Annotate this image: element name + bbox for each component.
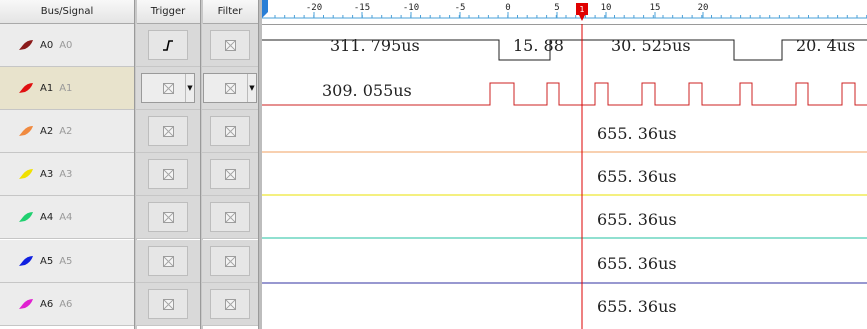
channel-name: A4 (40, 211, 54, 223)
trigger-a6-cell (136, 283, 200, 326)
filter-a1-dropdown[interactable]: ▼ (203, 73, 257, 103)
none-icon (162, 168, 174, 180)
signal-row-a2[interactable]: A2 A2 (0, 110, 134, 153)
channel-alias: A4 (59, 211, 73, 223)
measurement-a0-high: 311. 795us (330, 36, 420, 55)
channel-color-probe-icon[interactable] (18, 211, 34, 223)
rising-edge-icon (163, 39, 173, 51)
ruler-tick-label: 10 (601, 3, 612, 13)
channel-alias: A5 (59, 255, 73, 267)
ruler-tick-label: -20 (306, 3, 322, 13)
measurement-a0-low: 15. 88 (513, 36, 564, 55)
chevron-down-icon[interactable]: ▼ (247, 74, 256, 102)
ruler-tick-label: 0 (505, 3, 510, 13)
channel-name: A6 (40, 298, 54, 310)
ruler-tick-label: 20 (698, 3, 709, 13)
measurement-a6: 655. 36us (597, 297, 677, 316)
header-filter[interactable]: Filter (202, 0, 258, 24)
ruler-tick-label: -10 (403, 3, 419, 13)
channel-color-probe-icon[interactable] (18, 298, 34, 310)
trigger-a4-button[interactable] (148, 202, 188, 232)
channel-name: A1 (40, 82, 54, 94)
ruler-tick-label: 15 (650, 3, 661, 13)
filter-a6-button[interactable] (210, 289, 250, 319)
trigger-a2-button[interactable] (148, 116, 188, 146)
channel-name: A3 (40, 168, 54, 180)
measurement-a0-high-3: 20. 4us (796, 36, 856, 55)
none-icon (224, 255, 236, 267)
filter-a0-button[interactable] (210, 30, 250, 60)
channel-alias: A0 (59, 39, 73, 51)
signal-row-a3[interactable]: A3 A3 (0, 153, 134, 196)
measurement-a2: 655. 36us (597, 124, 677, 143)
trigger-a4-cell (136, 196, 200, 239)
trigger-a5-button[interactable] (148, 246, 188, 276)
channel-name: A2 (40, 125, 54, 137)
header-bus-signal[interactable]: Bus/Signal (0, 0, 134, 24)
none-icon (224, 125, 236, 137)
time-ruler[interactable]: -20 -15 -10 -5 0 5 10 15 20 1 (262, 0, 867, 25)
filter-a3-cell (202, 153, 258, 196)
none-icon (224, 82, 236, 94)
filter-a4-button[interactable] (210, 202, 250, 232)
waveform-area[interactable] (262, 24, 867, 329)
filter-a6-cell (202, 283, 258, 326)
signal-row-a0[interactable]: A0 A0 (0, 24, 134, 67)
channel-alias: A2 (59, 125, 73, 137)
trigger-a2-cell (136, 110, 200, 153)
channel-color-probe-icon[interactable] (18, 125, 34, 137)
channel-alias: A3 (59, 168, 73, 180)
channel-alias: A1 (59, 82, 73, 94)
measurement-a5: 655. 36us (597, 254, 677, 273)
signal-row-a1[interactable]: A1 A1 (0, 67, 134, 110)
signal-row-a6[interactable]: A6 A6 (0, 283, 134, 326)
filter-a3-button[interactable] (210, 159, 250, 189)
trigger-a5-cell (136, 240, 200, 283)
filter-a1-cell: ▼ (202, 67, 258, 110)
none-icon (162, 255, 174, 267)
header-trigger[interactable]: Trigger (136, 0, 200, 24)
trigger-a0-button[interactable] (148, 30, 188, 60)
channel-alias: A6 (59, 298, 73, 310)
measurement-a3: 655. 36us (597, 167, 677, 186)
none-icon (224, 211, 236, 223)
filter-a5-cell (202, 240, 258, 283)
channel-color-probe-icon[interactable] (18, 168, 34, 180)
ruler-tick-label: -15 (354, 3, 370, 13)
trigger-a6-button[interactable] (148, 289, 188, 319)
trigger-a3-cell (136, 153, 200, 196)
channel-color-probe-icon[interactable] (18, 255, 34, 267)
none-icon (162, 82, 174, 94)
filter-a4-cell (202, 196, 258, 239)
channel-color-probe-icon[interactable] (18, 82, 34, 94)
measurement-a4: 655. 36us (597, 210, 677, 229)
none-icon (224, 298, 236, 310)
measurement-a1: 309. 055us (322, 81, 412, 100)
filter-a0-cell (202, 24, 258, 67)
signal-row-a4[interactable]: A4 A4 (0, 196, 134, 239)
none-icon (224, 168, 236, 180)
measurement-a0-high-2: 30. 525us (611, 36, 691, 55)
channel-name: A0 (40, 39, 54, 51)
filter-a2-button[interactable] (210, 116, 250, 146)
signal-row-a5[interactable]: A5 A5 (0, 240, 134, 283)
channel-color-probe-icon[interactable] (18, 39, 34, 51)
ruler-tick-label: 5 (554, 3, 559, 13)
trigger-a3-button[interactable] (148, 159, 188, 189)
cursor-flag-label: 1 (579, 5, 584, 14)
ruler-scale: -20 -15 -10 -5 0 5 10 15 20 1 (262, 0, 867, 21)
none-icon (224, 39, 236, 51)
none-icon (162, 298, 174, 310)
none-icon (162, 125, 174, 137)
filter-a5-button[interactable] (210, 246, 250, 276)
trigger-a0-cell (136, 24, 200, 67)
trigger-a1-cell: ▼ (136, 67, 200, 110)
channel-name: A5 (40, 255, 54, 267)
none-icon (162, 211, 174, 223)
ruler-tick-label: -5 (455, 3, 466, 13)
filter-a2-cell (202, 110, 258, 153)
trigger-a1-dropdown[interactable]: ▼ (141, 73, 195, 103)
chevron-down-icon[interactable]: ▼ (185, 74, 194, 102)
trigger-marker-icon[interactable] (262, 0, 268, 18)
